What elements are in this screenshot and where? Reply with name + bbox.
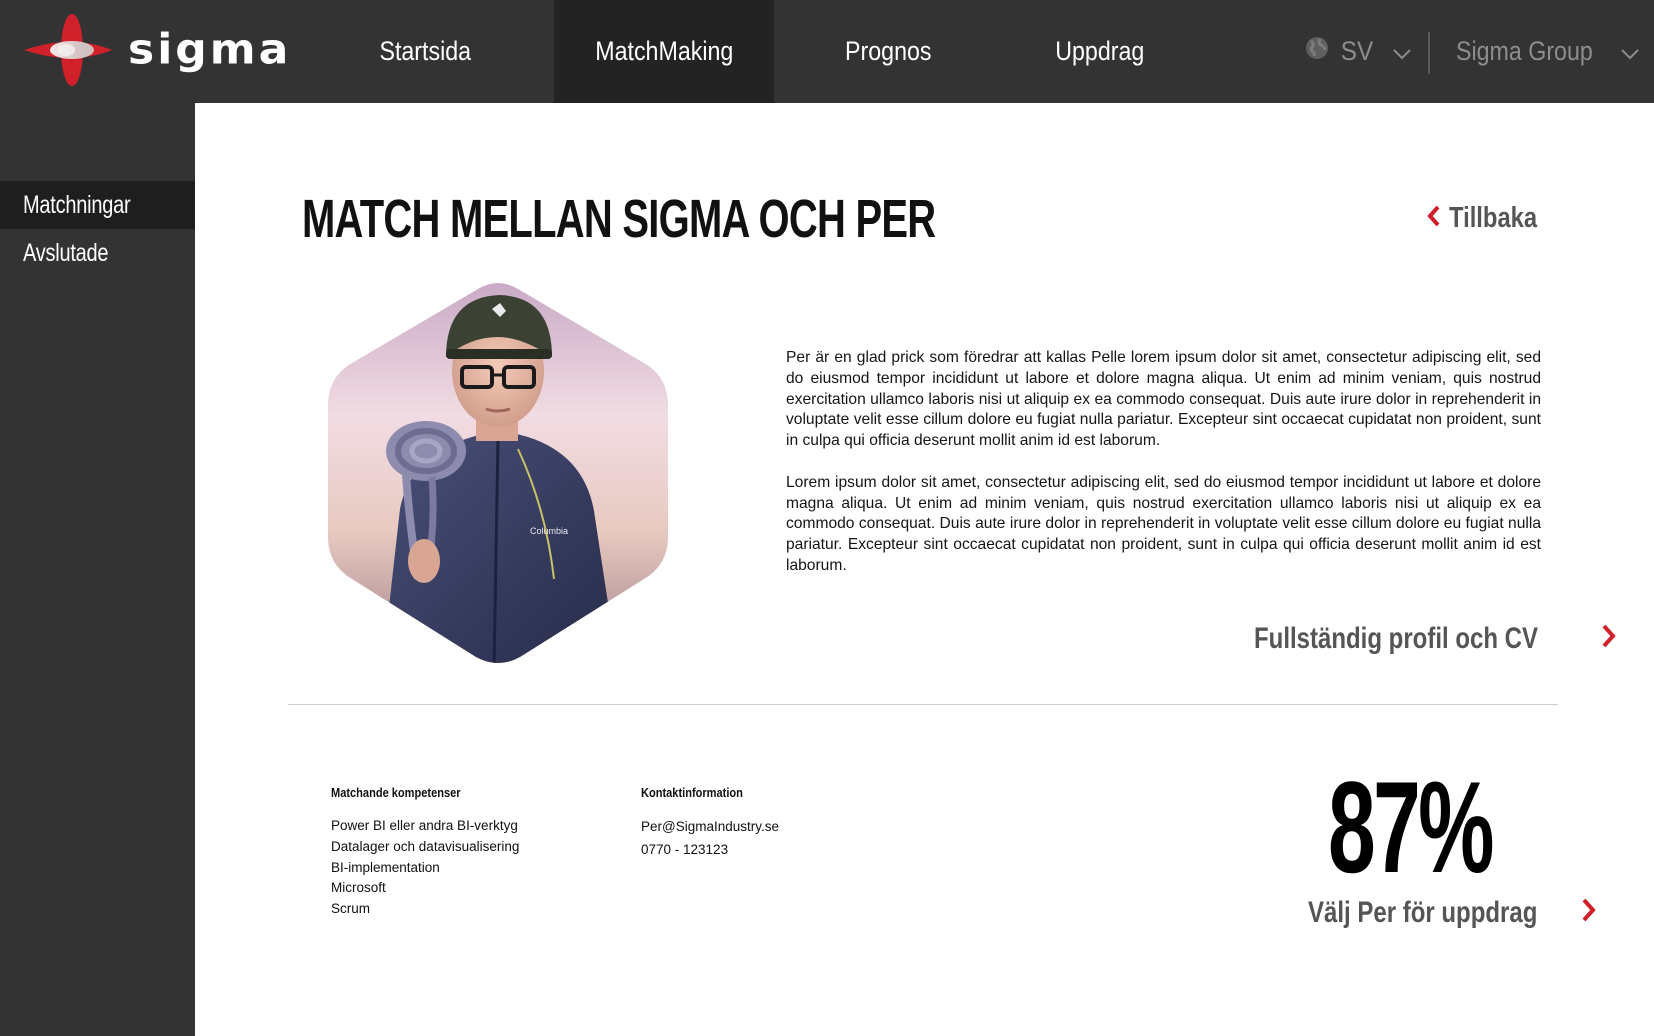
- globe-icon: [1305, 36, 1329, 67]
- skills-list: Power BI eller andra BI-verktyg Datalage…: [331, 816, 519, 920]
- sidebar-item-matchningar[interactable]: Matchningar: [0, 181, 195, 229]
- chevron-right-icon: [1581, 896, 1597, 930]
- skills-heading: Matchande kompetenser: [331, 785, 461, 800]
- nav-uppdrag-label: Uppdrag: [1055, 36, 1145, 66]
- list-item: Microsoft: [331, 880, 386, 896]
- select-label: Välj Per för uppdrag: [1308, 896, 1538, 929]
- company-selector[interactable]: Sigma Group: [1456, 30, 1639, 72]
- sigma-logo-icon: [22, 12, 114, 88]
- contact-list: Per@SigmaIndustry.se 0770 - 123123: [641, 816, 779, 861]
- back-link-label: Tillbaka: [1449, 202, 1538, 234]
- jacket-brand-text: Columbia: [530, 526, 568, 536]
- full-profile-cv-link[interactable]: Fullständig profil och CV: [1254, 622, 1617, 656]
- list-item: Scrum: [331, 901, 371, 917]
- cv-link-label: Fullständig profil och CV: [1254, 622, 1538, 655]
- chevron-left-icon: [1427, 202, 1441, 235]
- sigma-wordmark: sigma: [128, 25, 292, 74]
- chevron-right-icon: [1601, 622, 1617, 656]
- section-divider: [288, 704, 1558, 705]
- bio-paragraph: Lorem ipsum dolor sit amet, consectetur …: [786, 473, 1541, 574]
- chevron-down-icon: [1621, 36, 1639, 67]
- nav-uppdrag[interactable]: Uppdrag: [1000, 0, 1200, 103]
- contact-email[interactable]: Per@SigmaIndustry.se: [641, 816, 779, 839]
- nav-prognos[interactable]: Prognos: [800, 0, 976, 103]
- back-link[interactable]: Tillbaka: [1427, 202, 1556, 235]
- nav-startsida[interactable]: Startsida: [340, 0, 510, 103]
- select-for-assignment-button[interactable]: Välj Per för uppdrag: [1308, 896, 1597, 930]
- list-item: BI-implementation: [331, 859, 440, 875]
- list-item: Datalager och datavisualisering: [331, 838, 520, 854]
- contact-phone[interactable]: 0770 - 123123: [641, 839, 779, 862]
- contact-heading: Kontaktinformation: [641, 785, 743, 800]
- sidebar: Matchningar Avslutade: [0, 103, 195, 1036]
- nav-prognos-label: Prognos: [844, 36, 932, 66]
- top-navigation-bar: sigma Startsida MatchMaking Prognos Uppd…: [0, 0, 1654, 103]
- list-item: Power BI eller andra BI-verktyg: [331, 818, 518, 833]
- sidebar-item-avslutade[interactable]: Avslutade: [0, 229, 195, 277]
- sidebar-item-label: Matchningar: [23, 190, 131, 219]
- page-title: MATCH MELLAN SIGMA OCH PER: [302, 189, 936, 249]
- sigma-logo[interactable]: sigma: [22, 12, 291, 88]
- nav-startsida-label: Startsida: [379, 36, 471, 66]
- nav-divider: [1428, 32, 1430, 74]
- bio-paragraph: Per är en glad prick som föredrar att ka…: [786, 349, 1541, 450]
- match-score: 87%: [1328, 754, 1494, 900]
- profile-description: Per är en glad prick som föredrar att ka…: [786, 348, 1541, 577]
- nav-matchmaking[interactable]: MatchMaking: [554, 0, 774, 103]
- chevron-down-icon: [1393, 36, 1411, 67]
- sidebar-item-label: Avslutade: [23, 238, 109, 267]
- language-selector[interactable]: SV: [1305, 30, 1411, 72]
- company-label: Sigma Group: [1456, 35, 1593, 66]
- profile-photo: Columbia: [322, 279, 674, 669]
- language-label: SV: [1340, 35, 1374, 66]
- nav-matchmaking-label: MatchMaking: [594, 36, 734, 66]
